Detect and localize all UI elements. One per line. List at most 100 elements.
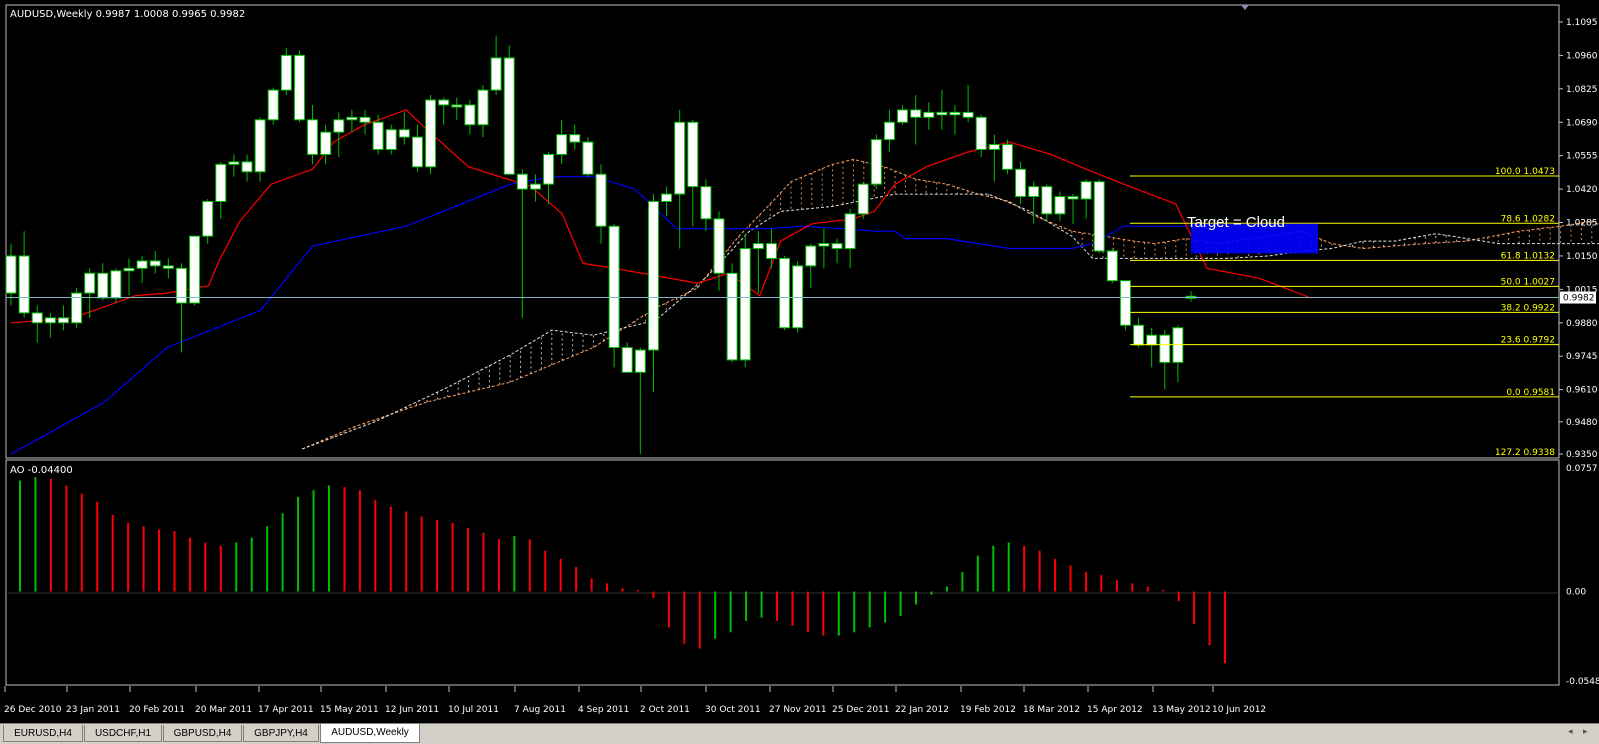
date-tick-label: 13 May 2012: [1152, 705, 1211, 715]
candle-body: [44, 317, 56, 324]
candle-body: [5, 255, 17, 294]
date-tick-label: 18 Mar 2012: [1023, 705, 1080, 715]
candle-body: [634, 349, 646, 373]
candle-body: [1080, 181, 1092, 200]
main-header: AUDUSD,Weekly 0.9987 1.0008 0.9965 0.998…: [10, 9, 245, 20]
date-axis: 26 Dec 2010 23 Jan 2011 20 Feb 2011 20 Mar …: [4, 686, 1266, 715]
candle-body: [385, 129, 397, 150]
candle-body: [320, 131, 332, 155]
candle-body: [307, 119, 319, 155]
chart-tab-gbpjpy-h4[interactable]: GBPJPY,H4: [243, 725, 319, 742]
candle-body: [674, 121, 686, 195]
fib-label: 0.0 0.9581: [1506, 388, 1555, 398]
date-tick-label: 7 Aug 2011: [514, 705, 566, 715]
chart-tab-audusd-weekly[interactable]: AUDUSD,Weekly: [320, 724, 420, 743]
candle-body: [556, 134, 568, 155]
date-tick-label: 10 Jul 2011: [448, 705, 499, 715]
candle-body: [490, 57, 502, 91]
candle-body: [136, 260, 148, 269]
candle-body: [477, 89, 489, 126]
target-annotation[interactable]: Target = Cloud: [1187, 214, 1285, 231]
date-tick-label: 19 Feb 2012: [960, 705, 1016, 715]
fib-label: 78.6 1.0282: [1501, 214, 1555, 224]
tab-scroll-right-icon[interactable]: ▸: [1583, 727, 1588, 737]
date-tick-label: 15 May 2011: [320, 705, 379, 715]
candle-body: [228, 161, 240, 165]
candle-body: [792, 265, 804, 329]
price-axis: 1.1095 1.0960 1.0825 1.0690 1.0555 1.0420 1.02…: [1559, 18, 1598, 460]
candle-body: [936, 111, 948, 116]
candle-body: [910, 109, 922, 118]
candle-body: [372, 121, 384, 150]
candle-body: [647, 200, 659, 351]
candle-body: [529, 183, 541, 190]
candle-body: [123, 267, 135, 272]
candle-body: [31, 312, 43, 324]
candle-body: [1146, 334, 1158, 346]
candle-body: [726, 272, 738, 361]
fib-label: 38.2 0.9922: [1501, 303, 1555, 313]
candle-body: [1001, 144, 1013, 170]
ao-axis: 0.0757 0.00 -0.05486: [1566, 464, 1599, 687]
candle-body: [84, 272, 96, 294]
candle-body: [608, 225, 620, 349]
date-tick-label: 20 Mar 2011: [195, 705, 252, 715]
candle-body: [1093, 181, 1105, 252]
candle-body: [333, 119, 345, 133]
candle-body: [975, 116, 987, 150]
candle-body: [739, 248, 751, 361]
candle-body: [870, 139, 882, 185]
price-tick-label: 0.9350: [1566, 450, 1598, 460]
price-tick-label: 0.9610: [1566, 386, 1598, 396]
candle-body: [569, 134, 581, 143]
candle-body: [1133, 324, 1145, 346]
candle-body: [713, 218, 725, 274]
date-tick-label: 30 Oct 2011: [705, 705, 761, 715]
price-tick-label: 1.0150: [1566, 252, 1598, 262]
ao-pane[interactable]: [5, 459, 1560, 686]
price-tick-label: 0.9745: [1566, 352, 1598, 362]
date-tick-label: 2 Oct 2011: [640, 705, 690, 715]
candle-body: [621, 347, 633, 373]
candle-body: [267, 89, 279, 121]
chart-tab-eurusd-h4[interactable]: EURUSD,H4: [3, 725, 83, 742]
price-badge-text: 0.9982: [1563, 294, 1595, 304]
candle-body: [110, 270, 122, 299]
candle-body: [1054, 196, 1066, 215]
candle-body: [464, 104, 476, 126]
candle-body: [1028, 186, 1040, 198]
candle-body: [831, 243, 843, 250]
date-tick-label: 20 Feb 2011: [129, 705, 185, 715]
candle-body: [516, 173, 528, 190]
ao-tick-label: 0.0757: [1566, 464, 1598, 474]
chart-canvas[interactable]: 100.0 1.0473 78.6 1.0282 61.8 1.0132 50.0 1…: [0, 0, 1599, 723]
price-tick-label: 0.9880: [1566, 319, 1598, 329]
candle-body: [280, 54, 292, 91]
candle-body: [897, 109, 909, 123]
chart-tab-usdchf-h1[interactable]: USDCHF,H1: [84, 725, 162, 742]
tab-scroll-left-icon[interactable]: ◂: [1568, 727, 1573, 737]
chart-window[interactable]: 100.0 1.0473 78.6 1.0282 61.8 1.0132 50.0 1…: [0, 0, 1599, 723]
candle-body: [700, 186, 712, 220]
candle-body: [988, 144, 1000, 150]
candle-body: [844, 213, 856, 250]
date-tick-label: 27 Nov 2011: [769, 705, 827, 715]
candle-body: [438, 99, 450, 106]
candle-body: [1015, 168, 1027, 198]
fib-label: 23.6 0.9792: [1501, 336, 1555, 346]
candle-body: [189, 235, 201, 304]
chart-tab-gbpusd-h4[interactable]: GBPUSD,H4: [163, 725, 242, 742]
candle-body: [779, 257, 791, 329]
candle-body: [949, 111, 961, 116]
candle-body: [398, 129, 410, 138]
price-tick-label: 1.0555: [1566, 152, 1598, 162]
date-tick-label: 10 Jun 2012: [1212, 705, 1266, 715]
fib-label: 100.0 1.0473: [1495, 167, 1555, 177]
main-pane[interactable]: [5, 4, 1560, 459]
fib-label: 127.2 0.9338: [1495, 448, 1555, 458]
ao-tick-label: 0.00: [1566, 587, 1586, 597]
candle-body: [962, 111, 974, 118]
candle-body: [752, 243, 764, 250]
date-tick-label: 17 Apr 2011: [258, 705, 314, 715]
date-tick-label: 26 Dec 2010: [4, 705, 62, 715]
